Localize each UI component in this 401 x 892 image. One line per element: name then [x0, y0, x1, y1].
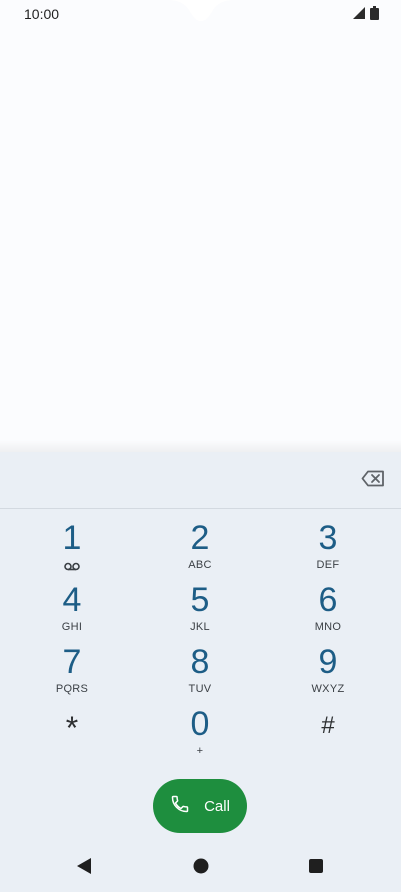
key-digit: 0	[190, 705, 210, 743]
nav-back-button[interactable]	[68, 852, 100, 884]
key-digit: 3	[318, 519, 338, 557]
dial-key-6[interactable]: 6 MNO	[278, 582, 378, 640]
dial-key-7[interactable]: 7 PQRS	[22, 644, 122, 702]
dial-key-9[interactable]: 9 WXYZ	[278, 644, 378, 702]
home-icon	[193, 858, 209, 879]
number-display[interactable]	[0, 452, 401, 508]
status-icons	[352, 6, 379, 25]
key-digit: 2	[190, 519, 210, 557]
key-digit: 9	[318, 643, 338, 681]
key-letters: WXYZ	[311, 683, 345, 695]
key-letters: MNO	[314, 621, 342, 633]
dialpad-divider	[0, 508, 401, 509]
call-label: Call	[204, 797, 230, 815]
battery-icon	[370, 6, 379, 25]
dial-key-0[interactable]: 0 +	[150, 706, 250, 764]
key-digit: 7	[62, 643, 82, 681]
dial-key-2[interactable]: 2 ABC	[150, 520, 250, 578]
key-digit: 8	[190, 643, 210, 681]
dial-key-3[interactable]: 3 DEF	[278, 520, 378, 578]
key-digit: *	[65, 710, 79, 746]
call-history-area	[0, 28, 401, 444]
status-time: 10:00	[24, 6, 60, 22]
dial-key-1[interactable]: 1	[22, 520, 122, 578]
nav-home-button[interactable]	[185, 852, 217, 884]
key-letters: TUV	[188, 683, 212, 695]
key-letters: DEF	[316, 559, 340, 571]
key-letters: JKL	[190, 621, 210, 633]
phone-icon	[170, 794, 190, 819]
key-letters: GHI	[61, 621, 83, 633]
key-letters: ABC	[188, 559, 212, 571]
signal-icon	[352, 6, 366, 25]
backspace-icon	[361, 470, 385, 492]
call-button[interactable]: Call	[153, 779, 247, 833]
camera-notch	[168, 0, 234, 24]
dialpad: 1 2 ABC 3 DEF 4 GHI 5 JKL 6 MNO 7 PQRS 8…	[0, 452, 401, 892]
key-digit: 4	[62, 581, 82, 619]
status-bar: 10:00	[0, 0, 401, 28]
voicemail-icon	[64, 558, 80, 576]
dial-key-hash[interactable]: #	[278, 706, 378, 764]
dial-key-star[interactable]: *	[22, 706, 122, 764]
nav-recents-button[interactable]	[300, 852, 332, 884]
key-letters: PQRS	[55, 683, 89, 695]
recents-icon	[308, 858, 324, 879]
dial-key-4[interactable]: 4 GHI	[22, 582, 122, 640]
key-digit: 5	[190, 581, 210, 619]
dial-key-5[interactable]: 5 JKL	[150, 582, 250, 640]
navigation-bar	[0, 844, 401, 892]
key-letters: +	[196, 745, 204, 757]
dial-key-8[interactable]: 8 TUV	[150, 644, 250, 702]
key-digit: #	[321, 712, 335, 739]
backspace-button[interactable]	[358, 470, 388, 492]
key-digit: 6	[318, 581, 338, 619]
back-icon	[76, 857, 92, 880]
key-digit: 1	[62, 519, 82, 557]
